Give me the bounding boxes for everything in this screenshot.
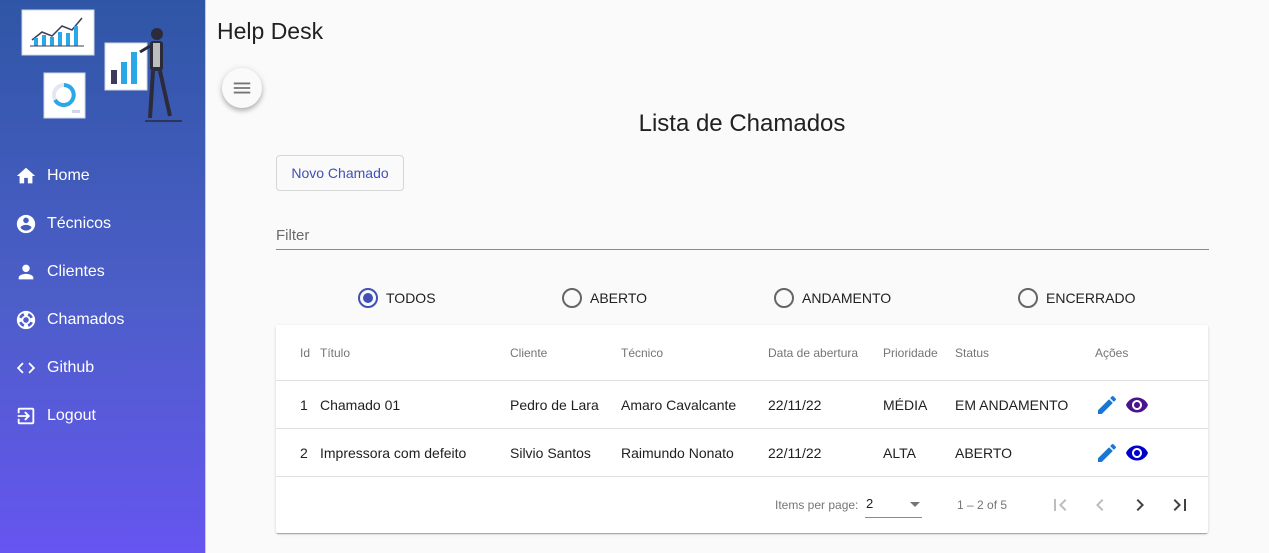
edit-button[interactable] bbox=[1095, 393, 1119, 417]
sidebar-item-github[interactable]: Github bbox=[0, 344, 206, 392]
cell-titulo: Chamado 01 bbox=[320, 396, 401, 413]
view-button[interactable] bbox=[1125, 393, 1149, 417]
pencil-icon bbox=[1098, 443, 1117, 462]
chevron-left-icon bbox=[1096, 499, 1104, 511]
eye-icon bbox=[1126, 397, 1148, 412]
cell-cliente: Silvio Santos bbox=[510, 444, 591, 461]
radio-encerrado[interactable]: ENCERRADO bbox=[1018, 288, 1135, 308]
paginator: Items per page: 2 1 – 2 of 5 bbox=[276, 477, 1208, 533]
sidebar-item-logout[interactable]: Logout bbox=[0, 392, 206, 440]
radio-label: ANDAMENTO bbox=[802, 290, 892, 306]
page-size-value: 2 bbox=[866, 496, 874, 511]
table-row: 1 Chamado 01 Pedro de Lara Amaro Cavalca… bbox=[276, 381, 1208, 429]
menu-icon bbox=[233, 82, 251, 94]
sidebar: Home Técnicos Clientes Chamados Github L… bbox=[0, 0, 206, 553]
column-header-acoes: Ações bbox=[1095, 345, 1129, 360]
sidebar-item-label: Home bbox=[47, 167, 90, 184]
page-size-select[interactable]: 2 bbox=[865, 493, 922, 518]
first-page-icon bbox=[1054, 499, 1067, 511]
sidebar-item-tecnicos[interactable]: Técnicos bbox=[0, 200, 206, 248]
cell-acoes bbox=[1095, 381, 1149, 428]
pencil-icon bbox=[1098, 395, 1117, 414]
edit-button[interactable] bbox=[1095, 441, 1119, 465]
last-page-button[interactable] bbox=[1168, 493, 1192, 517]
person-icon bbox=[18, 264, 34, 280]
column-header-tecnico[interactable]: Técnico bbox=[621, 325, 663, 380]
radio-circle[interactable] bbox=[1018, 288, 1038, 308]
app-title: Help Desk bbox=[217, 18, 324, 44]
items-per-page-label: Items per page: bbox=[775, 498, 859, 512]
code-icon bbox=[16, 362, 36, 374]
chevron-right-icon bbox=[1136, 499, 1144, 511]
cell-id: 1 bbox=[300, 396, 308, 413]
cell-acoes bbox=[1095, 429, 1149, 476]
page-range-label: 1 – 2 of 5 bbox=[957, 498, 1008, 512]
cell-status: EM ANDAMENTO bbox=[955, 396, 1069, 413]
radio-label: ABERTO bbox=[590, 290, 648, 306]
cell-tecnico: Raimundo Nonato bbox=[621, 444, 734, 461]
cell-cliente: Pedro de Lara bbox=[510, 396, 599, 413]
sidebar-item-chamados[interactable]: Chamados bbox=[0, 296, 206, 344]
sidebar-item-clientes[interactable]: Clientes bbox=[0, 248, 206, 296]
sidebar-item-label: Github bbox=[47, 359, 95, 376]
radio-todos[interactable]: TODOS bbox=[358, 288, 436, 308]
account-circle-icon bbox=[16, 214, 36, 234]
radio-circle-checked[interactable] bbox=[358, 288, 378, 308]
sidebar-item-label: Logout bbox=[47, 407, 96, 424]
cell-tecnico: Amaro Cavalcante bbox=[621, 396, 737, 413]
column-header-status[interactable]: Status bbox=[955, 325, 989, 380]
cell-prioridade: ALTA bbox=[883, 444, 916, 461]
new-ticket-button[interactable]: Novo Chamado bbox=[276, 155, 404, 191]
cell-data: 22/11/22 bbox=[768, 396, 822, 413]
table-header-row: Id Título Cliente Técnico Data de abertu… bbox=[276, 325, 1208, 381]
eye-icon bbox=[1126, 445, 1148, 460]
radio-aberto[interactable]: ABERTO bbox=[562, 288, 647, 308]
radio-circle[interactable] bbox=[562, 288, 582, 308]
sidebar-item-home[interactable]: Home bbox=[0, 152, 206, 200]
radio-andamento[interactable]: ANDAMENTO bbox=[774, 288, 891, 308]
sidebar-nav: Home Técnicos Clientes Chamados Github L… bbox=[0, 152, 206, 440]
cell-titulo: Impressora com defeito bbox=[320, 444, 467, 461]
column-header-cliente[interactable]: Cliente bbox=[510, 325, 547, 380]
column-header-data[interactable]: Data de abertura bbox=[768, 325, 858, 380]
logout-icon bbox=[17, 407, 35, 425]
radio-circle[interactable] bbox=[774, 288, 794, 308]
sidebar-item-label: Técnicos bbox=[47, 215, 112, 232]
sidebar-item-label: Chamados bbox=[47, 311, 125, 328]
sidebar-item-label: Clientes bbox=[47, 263, 105, 280]
cell-prioridade: MÉDIA bbox=[883, 396, 928, 413]
cell-id: 2 bbox=[300, 444, 308, 461]
column-header-prioridade[interactable]: Prioridade bbox=[883, 325, 938, 380]
filter-input[interactable] bbox=[276, 222, 1209, 250]
last-page-icon bbox=[1173, 499, 1186, 511]
tickets-table: Id Título Cliente Técnico Data de abertu… bbox=[276, 325, 1208, 533]
cell-data: 22/11/22 bbox=[768, 444, 822, 461]
dropdown-caret-icon bbox=[910, 502, 920, 507]
next-page-button[interactable] bbox=[1128, 493, 1152, 517]
first-page-button[interactable] bbox=[1048, 493, 1072, 517]
view-button[interactable] bbox=[1125, 441, 1149, 465]
column-header-titulo[interactable]: Título bbox=[320, 325, 350, 380]
radio-label: ENCERRADO bbox=[1046, 290, 1136, 306]
page-title: Lista de Chamados bbox=[638, 110, 846, 137]
support-icon bbox=[16, 310, 36, 330]
radio-label: TODOS bbox=[386, 290, 436, 306]
cell-status: ABERTO bbox=[955, 444, 1013, 461]
menu-toggle-button[interactable] bbox=[222, 68, 262, 108]
dashboard-illustration bbox=[21, 9, 182, 122]
home-icon bbox=[16, 167, 36, 184]
previous-page-button[interactable] bbox=[1088, 493, 1112, 517]
table-row: 2 Impressora com defeito Silvio Santos R… bbox=[276, 429, 1208, 477]
column-header-id[interactable]: Id bbox=[300, 325, 310, 380]
